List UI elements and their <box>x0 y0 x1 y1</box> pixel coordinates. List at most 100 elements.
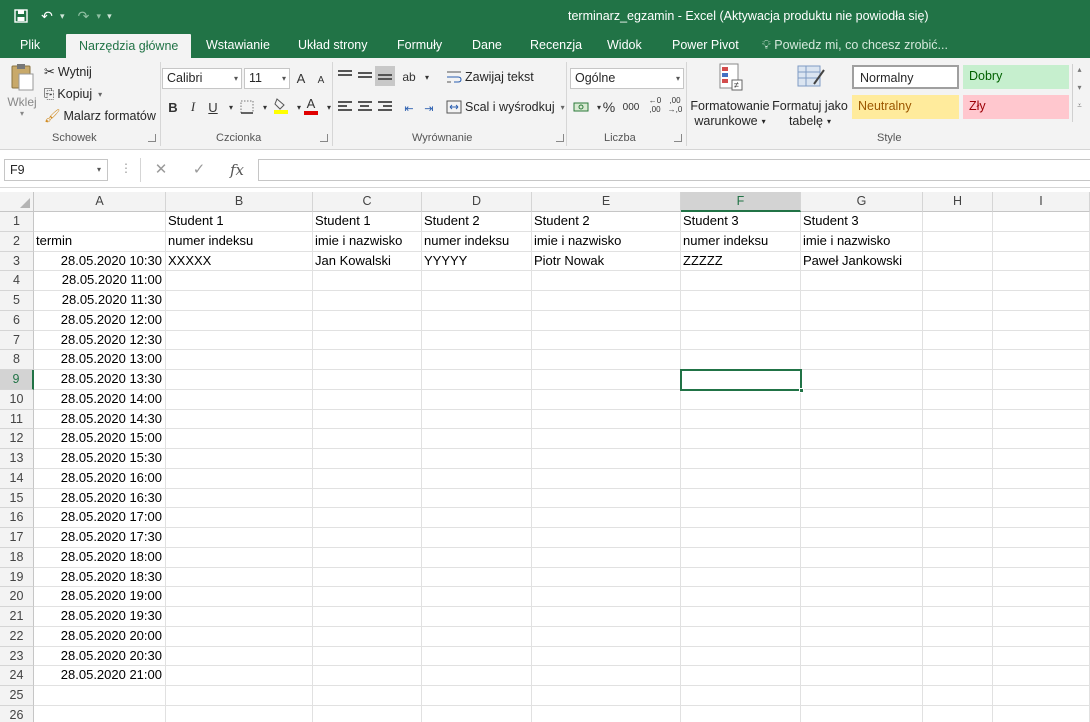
cell-e3[interactable]: Piotr Nowak <box>532 251 681 272</box>
cell-i21[interactable] <box>993 607 1090 627</box>
row-header[interactable]: 3 <box>0 251 34 272</box>
cell-b5[interactable] <box>166 291 313 311</box>
cell-h21[interactable] <box>923 607 993 627</box>
cell-d26[interactable] <box>422 705 532 722</box>
paste-button[interactable]: Wklej ▾ <box>6 62 38 122</box>
cell-h6[interactable] <box>923 310 993 331</box>
cell-a4[interactable]: 28.05.2020 11:00 <box>34 271 166 291</box>
clipboard-launcher-icon[interactable] <box>148 134 156 142</box>
cell-b6[interactable] <box>166 310 313 331</box>
cell-g1[interactable]: Student 3 <box>801 212 923 232</box>
alignment-launcher-icon[interactable] <box>556 134 564 142</box>
cell-c17[interactable] <box>313 528 422 548</box>
percent-button[interactable]: % <box>600 98 618 116</box>
cell-c23[interactable] <box>313 646 422 667</box>
row-header[interactable]: 9 <box>0 370 34 390</box>
font-color-dropdown-icon[interactable]: ▾ <box>320 98 338 116</box>
cell-i5[interactable] <box>993 291 1090 311</box>
cell-g8[interactable] <box>801 350 923 370</box>
cell-e11[interactable] <box>532 409 681 430</box>
font-launcher-icon[interactable] <box>320 134 328 142</box>
cell-c19[interactable] <box>313 567 422 588</box>
tab-home[interactable]: Narzędzia główne <box>66 34 192 58</box>
row-header[interactable]: 20 <box>0 587 34 607</box>
cell-e5[interactable] <box>532 291 681 311</box>
cell-e13[interactable] <box>532 449 681 469</box>
row-header[interactable]: 7 <box>0 330 34 351</box>
tab-formulas[interactable]: Formuły <box>397 32 442 58</box>
cell-c8[interactable] <box>313 350 422 370</box>
column-header-g[interactable]: G <box>801 192 923 212</box>
format-as-table-button[interactable]: Formatuj jako tabelę ▾ <box>772 62 848 129</box>
row-header[interactable]: 25 <box>0 686 34 706</box>
cell-g18[interactable] <box>801 547 923 568</box>
cell-a6[interactable]: 28.05.2020 12:00 <box>34 310 166 331</box>
tell-me-box[interactable]: 💡︎ Powiedz mi, co chcesz zrobić... <box>762 32 948 58</box>
cell-f5[interactable] <box>681 291 801 311</box>
cell-i23[interactable] <box>993 646 1090 667</box>
chevron-up-icon[interactable]: ▴ <box>1073 64 1086 76</box>
cell-b15[interactable] <box>166 488 313 509</box>
cell-f21[interactable] <box>681 607 801 627</box>
cell-f8[interactable] <box>681 350 801 370</box>
cell-c25[interactable] <box>313 686 422 706</box>
save-icon[interactable] <box>8 4 34 28</box>
cell-g20[interactable] <box>801 587 923 607</box>
cell-b19[interactable] <box>166 567 313 588</box>
customize-qat-icon[interactable]: ▾ <box>107 11 112 22</box>
cell-h15[interactable] <box>923 488 993 509</box>
align-center-icon[interactable] <box>358 101 374 115</box>
cell-f25[interactable] <box>681 686 801 706</box>
cell-b25[interactable] <box>166 686 313 706</box>
cell-c1[interactable]: Student 1 <box>313 212 422 232</box>
cell-e24[interactable] <box>532 666 681 686</box>
row-header[interactable]: 19 <box>0 567 34 588</box>
cell-i16[interactable] <box>993 508 1090 528</box>
redo-dropdown-icon[interactable]: ▾ <box>97 11 102 22</box>
cell-i3[interactable] <box>993 251 1090 272</box>
more-styles-icon[interactable]: ⩡ <box>1073 100 1086 112</box>
cell-h23[interactable] <box>923 646 993 667</box>
cell-d2[interactable]: numer indeksu <box>422 231 532 252</box>
cell-f22[interactable] <box>681 626 801 647</box>
cell-c9[interactable] <box>313 370 422 390</box>
row-header[interactable]: 15 <box>0 488 34 509</box>
cell-c10[interactable] <box>313 389 422 410</box>
cell-h4[interactable] <box>923 271 993 291</box>
increase-indent-icon[interactable]: ⇥ <box>420 99 438 117</box>
row-header[interactable]: 6 <box>0 310 34 331</box>
cell-d4[interactable] <box>422 271 532 291</box>
cell-a8[interactable]: 28.05.2020 13:00 <box>34 350 166 370</box>
cell-d8[interactable] <box>422 350 532 370</box>
cancel-icon[interactable]: ✕ <box>146 159 176 181</box>
tab-view[interactable]: Widok <box>607 32 642 58</box>
cell-c21[interactable] <box>313 607 422 627</box>
copy-dropdown-icon[interactable]: ▾ <box>98 90 102 99</box>
cell-h9[interactable] <box>923 370 993 390</box>
row-header[interactable]: 11 <box>0 409 34 430</box>
tab-insert[interactable]: Wstawianie <box>206 32 270 58</box>
cell-f14[interactable] <box>681 468 801 489</box>
name-box[interactable]: F9 ▾ <box>4 159 108 181</box>
row-header[interactable]: 18 <box>0 547 34 568</box>
cell-g13[interactable] <box>801 449 923 469</box>
cell-b1[interactable]: Student 1 <box>166 212 313 232</box>
cell-f6[interactable] <box>681 310 801 331</box>
underline-button[interactable]: U <box>204 98 222 116</box>
cell-a15[interactable]: 28.05.2020 16:30 <box>34 488 166 509</box>
cell-b10[interactable] <box>166 389 313 410</box>
cell-h2[interactable] <box>923 231 993 252</box>
row-header[interactable]: 10 <box>0 389 34 410</box>
cell-f13[interactable] <box>681 449 801 469</box>
cell-b9[interactable] <box>166 370 313 390</box>
tab-review[interactable]: Recenzja <box>530 32 582 58</box>
cell-a18[interactable]: 28.05.2020 18:00 <box>34 547 166 568</box>
cell-c4[interactable] <box>313 271 422 291</box>
cell-d21[interactable] <box>422 607 532 627</box>
cell-f9[interactable] <box>681 370 801 390</box>
cell-f16[interactable] <box>681 508 801 528</box>
cell-c3[interactable]: Jan Kowalski <box>313 251 422 272</box>
row-header[interactable]: 5 <box>0 291 34 311</box>
orientation-icon[interactable]: ab <box>400 68 418 86</box>
cell-e20[interactable] <box>532 587 681 607</box>
